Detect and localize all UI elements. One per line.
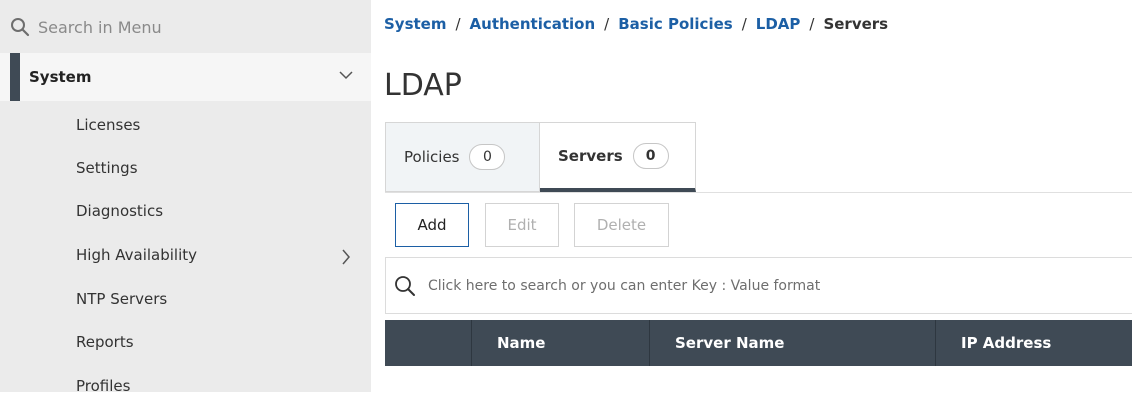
tab-label: Servers bbox=[558, 146, 623, 165]
sidebar-item-reports[interactable]: Reports bbox=[76, 329, 134, 355]
breadcrumb-basic-policies[interactable]: Basic Policies bbox=[618, 15, 732, 33]
table-header: Name Server Name IP Address bbox=[385, 320, 1132, 366]
column-header-server-name[interactable]: Server Name bbox=[649, 320, 935, 366]
sidebar-item-ntp-servers[interactable]: NTP Servers bbox=[76, 286, 167, 312]
tab-policies[interactable]: Policies 0 bbox=[385, 122, 540, 192]
breadcrumb-system[interactable]: System bbox=[384, 15, 446, 33]
menu-search-placeholder: Search in Menu bbox=[38, 17, 162, 37]
tab-label: Policies bbox=[404, 148, 460, 166]
sidebar-item-settings[interactable]: Settings bbox=[76, 155, 138, 181]
breadcrumb-authentication[interactable]: Authentication bbox=[470, 15, 596, 33]
sidebar-item-profiles[interactable]: Profiles bbox=[76, 373, 130, 399]
search-icon bbox=[11, 18, 30, 37]
sidebar-item-diagnostics[interactable]: Diagnostics bbox=[76, 198, 163, 224]
delete-button[interactable]: Delete bbox=[574, 203, 669, 247]
add-button[interactable]: Add bbox=[395, 203, 469, 247]
breadcrumb-separator: / bbox=[809, 15, 815, 33]
chevron-down-icon bbox=[339, 71, 353, 80]
count-badge: 0 bbox=[469, 144, 506, 170]
sidebar-item-licenses[interactable]: Licenses bbox=[76, 112, 140, 138]
tab-bar: Policies 0 Servers 0 bbox=[385, 122, 696, 192]
breadcrumb-separator: / bbox=[455, 15, 461, 33]
menu-search[interactable]: Search in Menu bbox=[10, 14, 162, 40]
select-column-header[interactable] bbox=[385, 320, 471, 366]
count-badge: 0 bbox=[632, 142, 669, 169]
breadcrumb-current: Servers bbox=[823, 15, 889, 33]
breadcrumb-separator: / bbox=[741, 15, 747, 33]
sidebar-section-system[interactable]: System bbox=[0, 53, 371, 101]
breadcrumb: System / Authentication / Basic Policies / LDA… bbox=[384, 12, 888, 36]
breadcrumb-ldap[interactable]: LDAP bbox=[756, 15, 801, 33]
column-header-ip-address[interactable]: IP Address bbox=[935, 320, 1132, 366]
table-search-input[interactable]: Click here to search or you can enter Ke… bbox=[385, 257, 1132, 314]
search-icon bbox=[395, 275, 415, 296]
page-title: LDAP bbox=[384, 68, 462, 103]
sidebar-item-high-availability[interactable]: High Availability bbox=[76, 242, 197, 268]
active-indicator bbox=[10, 53, 20, 101]
table-search-placeholder: Click here to search or you can enter Ke… bbox=[428, 277, 821, 294]
tab-servers[interactable]: Servers 0 bbox=[540, 122, 696, 192]
column-header-name[interactable]: Name bbox=[471, 320, 649, 366]
chevron-right-icon[interactable] bbox=[340, 248, 352, 266]
breadcrumb-separator: / bbox=[604, 15, 610, 33]
sidebar: Search in Menu System Licenses Settings … bbox=[0, 0, 371, 395]
tab-divider bbox=[385, 192, 1132, 193]
edit-button[interactable]: Edit bbox=[485, 203, 559, 247]
sidebar-section-label: System bbox=[29, 68, 92, 86]
